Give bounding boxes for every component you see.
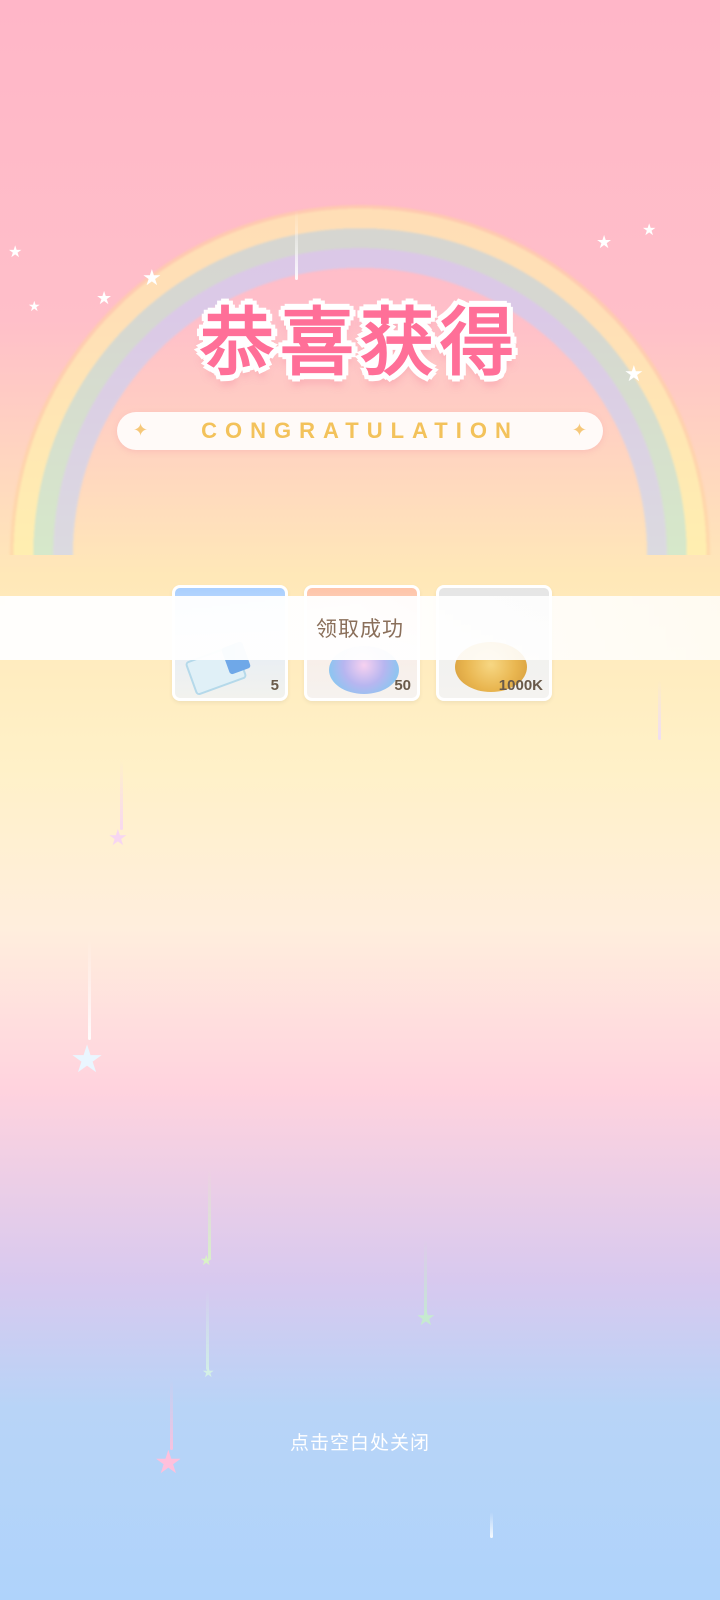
subtitle-text: CONGRATULATION bbox=[201, 418, 519, 443]
success-toast: 领取成功 bbox=[0, 596, 720, 660]
reward-quantity: 5 bbox=[270, 677, 279, 694]
star-icon: ★ bbox=[70, 1037, 105, 1081]
falling-streak bbox=[206, 1290, 209, 1370]
star-icon: ★ bbox=[8, 242, 23, 261]
falling-streak bbox=[208, 1170, 211, 1260]
sparkle-icon: ✦ bbox=[571, 420, 587, 441]
subtitle-banner: ✦ CONGRATULATION ✦ bbox=[117, 412, 603, 450]
falling-streak bbox=[88, 940, 91, 1040]
star-icon: ★ bbox=[108, 826, 128, 851]
close-hint[interactable]: 点击空白处关闭 bbox=[0, 1428, 720, 1455]
star-icon: ★ bbox=[596, 232, 613, 253]
reward-quantity: 1000K bbox=[498, 677, 543, 694]
popup-title: 恭喜获得 bbox=[200, 300, 520, 386]
star-icon: ★ bbox=[642, 220, 657, 239]
falling-streak bbox=[424, 1240, 427, 1320]
falling-streak bbox=[490, 1512, 493, 1538]
falling-streak bbox=[295, 210, 298, 280]
falling-streak bbox=[120, 760, 123, 830]
falling-streak bbox=[658, 680, 661, 740]
reward-popup-overlay[interactable]: ★ ★ ★ ★ ★ ★ ★ ★ ★ ★ ★ ★ ★ 恭喜获得 ✦ CONGRAT… bbox=[0, 0, 720, 1600]
toast-text: 领取成功 bbox=[316, 617, 404, 641]
reward-quantity: 50 bbox=[394, 677, 411, 694]
sparkle-icon: ✦ bbox=[133, 420, 149, 441]
